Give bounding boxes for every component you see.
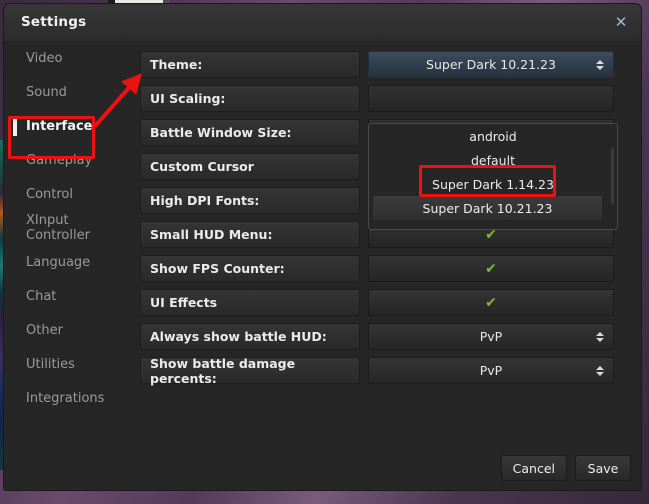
- setting-row: Theme: Super Dark 10.21.23: [135, 48, 641, 82]
- spinner-arrows-icon[interactable]: [596, 59, 604, 70]
- setting-control-select[interactable]: PvP: [368, 323, 614, 350]
- setting-control-check[interactable]: ✔: [368, 289, 614, 316]
- dropdown-option-label: android: [469, 128, 517, 144]
- sidebar-item-label: Utilities: [26, 356, 75, 372]
- sidebar-item-label: Other: [26, 322, 63, 338]
- screen: Settings ✕ Video Sound Interface Gameplay Co…: [0, 0, 649, 504]
- theme-dropdown-list[interactable]: android default Super Dark 1.14.23 Super Da…: [368, 123, 618, 230]
- dropdown-option[interactable]: default: [369, 148, 617, 172]
- setting-row: Show battle damage percents: PvP: [135, 354, 641, 388]
- sidebar-item-label: Video: [26, 50, 63, 66]
- sidebar-item-control[interactable]: Control: [4, 177, 135, 211]
- sidebar-item-language[interactable]: Language: [4, 245, 135, 279]
- dropdown-option[interactable]: android: [369, 124, 617, 148]
- window-title: Settings: [21, 14, 87, 30]
- setting-label: High DPI Fonts:: [140, 187, 360, 214]
- setting-control-empty[interactable]: [368, 85, 614, 112]
- setting-label: Battle Window Size:: [140, 119, 360, 146]
- setting-value: Super Dark 10.21.23: [426, 57, 556, 72]
- cancel-button[interactable]: Cancel: [500, 455, 567, 481]
- sidebar-item-label: Integrations: [26, 390, 105, 406]
- window-body: Video Sound Interface Gameplay Control XInput…: [4, 41, 641, 490]
- sidebar-item-xinput-controller[interactable]: XInput Controller: [4, 211, 135, 245]
- sidebar-item-label: Sound: [26, 84, 67, 100]
- settings-rows: Theme: Super Dark 10.21.23 UI Scaling: Batt…: [135, 41, 641, 490]
- dropdown-option[interactable]: Super Dark 10.21.23: [373, 196, 602, 220]
- setting-label: Show FPS Counter:: [140, 255, 360, 282]
- sidebar-selection-indicator: [13, 116, 17, 136]
- setting-row: UI Scaling:: [135, 82, 641, 116]
- sidebar-item-video[interactable]: Video: [4, 41, 135, 75]
- sidebar-item-label: Control: [26, 186, 73, 202]
- dropdown-option-label: Super Dark 10.21.23: [422, 200, 553, 216]
- setting-label: Always show battle HUD:: [140, 323, 360, 350]
- sidebar-item-sound[interactable]: Sound: [4, 75, 135, 109]
- title-bar: Settings ✕: [4, 4, 641, 42]
- setting-row: UI Effects ✔: [135, 286, 641, 320]
- setting-control-select[interactable]: Super Dark 10.21.23: [368, 51, 614, 78]
- setting-label: Small HUD Menu:: [140, 221, 360, 248]
- dropdown-option-label: default: [471, 152, 515, 168]
- sidebar-item-label: Interface: [26, 118, 93, 134]
- save-button[interactable]: Save: [575, 455, 631, 481]
- spinner-arrows-icon[interactable]: [596, 331, 604, 342]
- setting-label: Custom Cursor: [140, 153, 360, 180]
- setting-row: Show FPS Counter: ✔: [135, 252, 641, 286]
- dropdown-option[interactable]: Super Dark 1.14.23: [369, 172, 617, 196]
- sidebar-item-label: Gameplay: [26, 152, 93, 168]
- close-icon[interactable]: ✕: [612, 13, 630, 31]
- setting-label: UI Effects: [140, 289, 360, 316]
- dropdown-option-label: Super Dark 1.14.23: [432, 176, 554, 192]
- setting-label: UI Scaling:: [140, 85, 360, 112]
- sidebar-item-chat[interactable]: Chat: [4, 279, 135, 313]
- sidebar-item-label: XInput Controller: [26, 213, 90, 243]
- setting-control-select[interactable]: PvP: [368, 357, 614, 384]
- footer-buttons: Cancel Save: [500, 455, 631, 481]
- sidebar-item-other[interactable]: Other: [4, 313, 135, 347]
- setting-value: PvP: [479, 329, 503, 344]
- setting-value: PvP: [479, 363, 503, 378]
- checkmark-icon: ✔: [485, 294, 497, 311]
- sidebar-item-utilities[interactable]: Utilities: [4, 347, 135, 381]
- sidebar: Video Sound Interface Gameplay Control XInput…: [4, 41, 135, 490]
- spinner-arrows-icon[interactable]: [596, 365, 604, 376]
- sidebar-item-label: Language: [26, 254, 91, 270]
- settings-window: Settings ✕ Video Sound Interface Gameplay Co…: [4, 4, 641, 490]
- setting-control-check[interactable]: ✔: [368, 255, 614, 282]
- checkmark-icon: ✔: [485, 260, 497, 277]
- setting-row: Always show battle HUD: PvP: [135, 320, 641, 354]
- setting-label: Show battle damage percents:: [140, 356, 360, 386]
- setting-label: Theme:: [140, 51, 360, 78]
- sidebar-item-label: Chat: [26, 288, 57, 304]
- sidebar-item-interface[interactable]: Interface: [4, 109, 135, 143]
- sidebar-item-integrations[interactable]: Integrations: [4, 381, 135, 415]
- sidebar-item-gameplay[interactable]: Gameplay: [4, 143, 135, 177]
